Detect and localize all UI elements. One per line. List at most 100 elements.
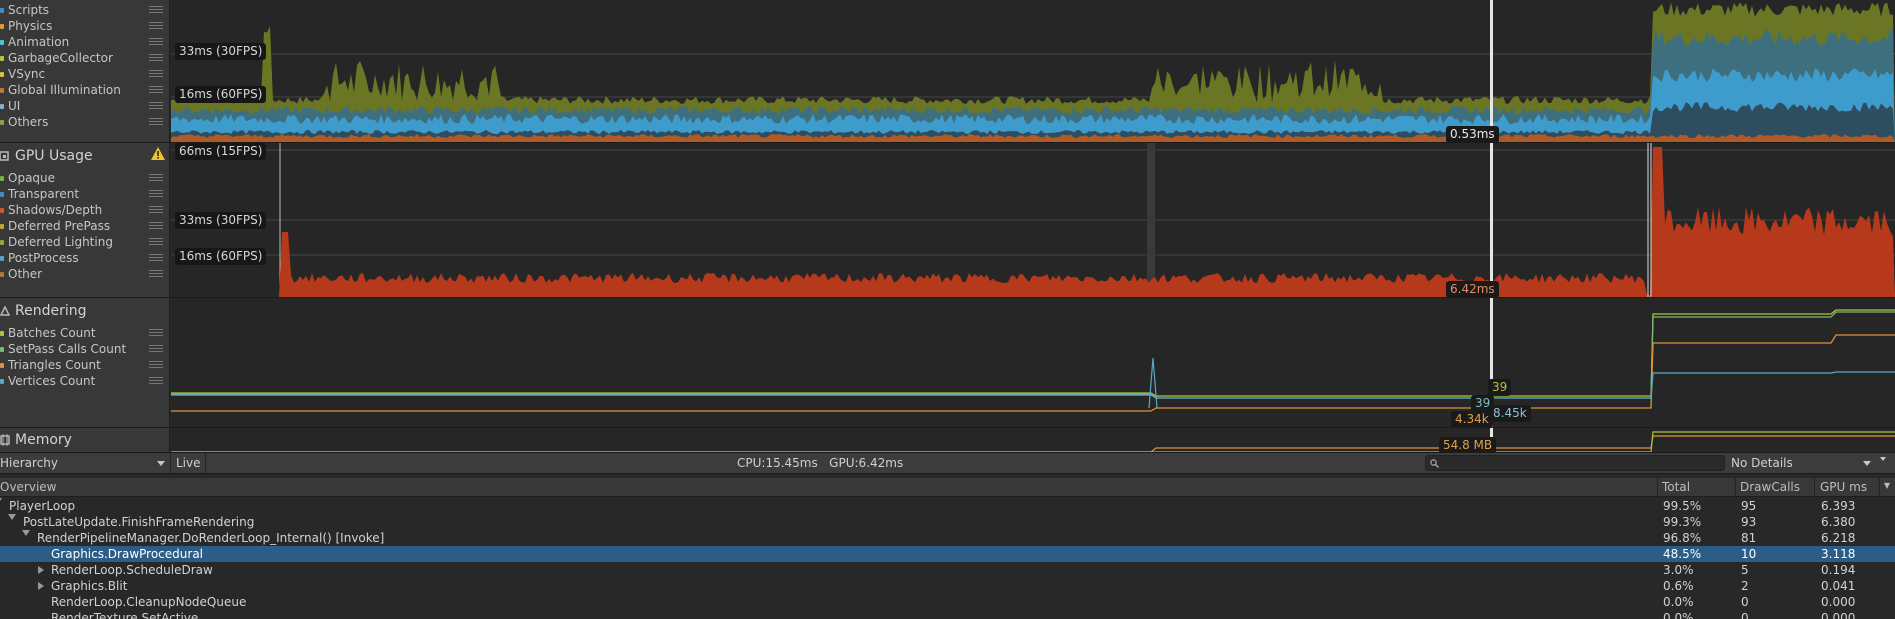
view-mode-dropdown[interactable]: Hierarchy <box>0 453 170 473</box>
series-color-swatch <box>0 362 4 368</box>
memory-module-header[interactable]: Memory <box>0 429 72 451</box>
live-toggle[interactable]: Live <box>176 453 201 473</box>
collapsed-arrow-icon[interactable] <box>38 566 44 574</box>
column-separator[interactable] <box>1879 478 1880 496</box>
table-row[interactable]: RenderLoop.CleanupNodeQueue 0.0% 0 0.000 <box>0 594 1895 610</box>
rendering-chart[interactable]: 39 39 8.45k 4.34k <box>171 298 1895 427</box>
drag-handle-icon[interactable] <box>149 329 163 336</box>
series-color-swatch <box>0 103 4 109</box>
cpu-legend-item[interactable]: VSync <box>0 66 169 82</box>
options-menu-icon[interactable] <box>1880 457 1886 461</box>
details-dropdown[interactable]: No Details <box>1727 453 1877 473</box>
view-mode-value: Hierarchy <box>0 456 59 470</box>
cpu-legend-item[interactable]: Global Illumination <box>0 82 169 98</box>
gpu-module-header[interactable]: GPU Usage <box>0 145 93 167</box>
gpu-legend-item[interactable]: Deferred PrePass <box>0 218 169 234</box>
series-color-swatch <box>0 378 4 384</box>
row-total: 0.6% <box>1663 579 1694 593</box>
gpu-usage-sidebar[interactable]: GPU Usage Opaque Transparent Shadows/Depth… <box>0 143 170 297</box>
cpu-legend-item[interactable]: Physics <box>0 18 169 34</box>
gpu-legend-item[interactable]: Shadows/Depth <box>0 202 169 218</box>
expanded-arrow-icon[interactable] <box>22 530 30 536</box>
cpu-legend-item[interactable]: Animation <box>0 34 169 50</box>
row-drawcalls: 95 <box>1741 499 1757 513</box>
row-name: RenderLoop.ScheduleDraw <box>51 563 213 577</box>
rendering-legend-label: Triangles Count <box>8 358 101 372</box>
drag-handle-icon[interactable] <box>149 54 163 61</box>
rendering-module-title: Rendering <box>15 303 87 319</box>
drag-handle-icon[interactable] <box>149 190 163 197</box>
rendering-legend-item[interactable]: SetPass Calls Count <box>0 341 169 357</box>
cpu-legend-label: Global Illumination <box>8 83 121 97</box>
gpu-module-title: GPU Usage <box>15 148 93 164</box>
row-total: 0.0% <box>1663 611 1694 619</box>
fps-line-label: 16ms (60FPS) <box>175 86 267 103</box>
column-separator[interactable] <box>1814 478 1815 496</box>
column-separator[interactable] <box>1735 478 1736 496</box>
table-row[interactable]: Graphics.DrawProcedural 48.5% 10 3.118 <box>0 546 1895 562</box>
table-row[interactable]: PostLateUpdate.FinishFrameRendering 99.3%… <box>0 514 1895 530</box>
drag-handle-icon[interactable] <box>149 118 163 125</box>
cpu-legend-label: UI <box>8 99 21 113</box>
row-name: RenderLoop.CleanupNodeQueue <box>51 595 247 609</box>
drag-handle-icon[interactable] <box>149 206 163 213</box>
rendering-legend-item[interactable]: Triangles Count <box>0 357 169 373</box>
drag-handle-icon[interactable] <box>149 254 163 261</box>
row-drawcalls: 81 <box>1741 531 1757 545</box>
expanded-arrow-icon[interactable] <box>0 498 2 504</box>
toolbar-divider <box>205 453 206 473</box>
memory-sidebar[interactable]: Memory <box>0 428 170 452</box>
rendering-module-header[interactable]: Rendering <box>0 300 87 322</box>
drag-handle-icon[interactable] <box>149 22 163 29</box>
drag-handle-icon[interactable] <box>149 238 163 245</box>
drag-handle-icon[interactable] <box>149 377 163 384</box>
drag-handle-icon[interactable] <box>149 6 163 13</box>
table-row[interactable]: RenderPipelineManager.DoRenderLoop_Inter… <box>0 530 1895 546</box>
table-row[interactable]: PlayerLoop 99.5% 95 6.393 <box>0 498 1895 514</box>
column-separator[interactable] <box>1657 478 1658 496</box>
table-row[interactable]: RenderTexture.SetActive 0.0% 0 0.000 <box>0 610 1895 619</box>
drag-handle-icon[interactable] <box>149 102 163 109</box>
drag-handle-icon[interactable] <box>149 86 163 93</box>
cpu-legend-label: Others <box>8 115 49 129</box>
drag-handle-icon[interactable] <box>149 174 163 181</box>
column-drawcalls[interactable]: DrawCalls <box>1740 480 1800 494</box>
gpu-legend-item[interactable]: PostProcess <box>0 250 169 266</box>
gpu-legend-item[interactable]: Opaque <box>0 170 169 186</box>
column-overview[interactable]: Overview <box>0 480 57 494</box>
collapsed-arrow-icon[interactable] <box>38 582 44 590</box>
rendering-legend-item[interactable]: Batches Count <box>0 325 169 341</box>
cpu-legend-item[interactable]: Scripts <box>0 2 169 18</box>
drag-handle-icon[interactable] <box>149 70 163 77</box>
table-row[interactable]: Graphics.Blit 0.6% 2 0.041 <box>0 578 1895 594</box>
column-total[interactable]: Total <box>1662 480 1690 494</box>
column-options-icon[interactable]: ▾ <box>1884 478 1890 492</box>
warning-icon[interactable] <box>151 147 165 160</box>
row-gpu-ms: 6.218 <box>1821 531 1856 545</box>
table-row[interactable]: RenderLoop.ScheduleDraw 3.0% 5 0.194 <box>0 562 1895 578</box>
rendering-sidebar[interactable]: Rendering Batches Count SetPass Calls Cou… <box>0 298 170 427</box>
search-field[interactable] <box>1425 455 1725 471</box>
drag-handle-icon[interactable] <box>149 270 163 277</box>
gpu-usage-chart[interactable]: 66ms (15FPS) 33ms (30FPS) 16ms (60FPS) 6… <box>171 143 1895 297</box>
cpu-legend-item[interactable]: GarbageCollector <box>0 50 169 66</box>
gpu-legend-item[interactable]: Transparent <box>0 186 169 202</box>
memory-chart[interactable]: 54.8 MB <box>171 428 1895 452</box>
gpu-cursor-value: 6.42ms <box>1446 281 1499 297</box>
row-drawcalls: 10 <box>1741 547 1757 561</box>
drag-handle-icon[interactable] <box>149 38 163 45</box>
cpu-legend-item[interactable]: Others <box>0 114 169 130</box>
drag-handle-icon[interactable] <box>149 345 163 352</box>
drag-handle-icon[interactable] <box>149 361 163 368</box>
cpu-legend-label: Animation <box>8 35 70 49</box>
column-gpu-ms[interactable]: GPU ms <box>1820 480 1867 494</box>
expanded-arrow-icon[interactable] <box>8 514 16 520</box>
cpu-usage-chart[interactable]: 33ms (30FPS) 16ms (60FPS) 0.53ms <box>171 0 1895 142</box>
drag-handle-icon[interactable] <box>149 222 163 229</box>
series-color-swatch <box>0 175 4 181</box>
details-toolbar: Hierarchy Live CPU:15.45ms GPU:6.42ms No… <box>0 452 1895 474</box>
cpu-legend-item[interactable]: UI <box>0 98 169 114</box>
gpu-legend-item[interactable]: Other <box>0 266 169 282</box>
rendering-legend-item[interactable]: Vertices Count <box>0 373 169 389</box>
gpu-legend-item[interactable]: Deferred Lighting <box>0 234 169 250</box>
